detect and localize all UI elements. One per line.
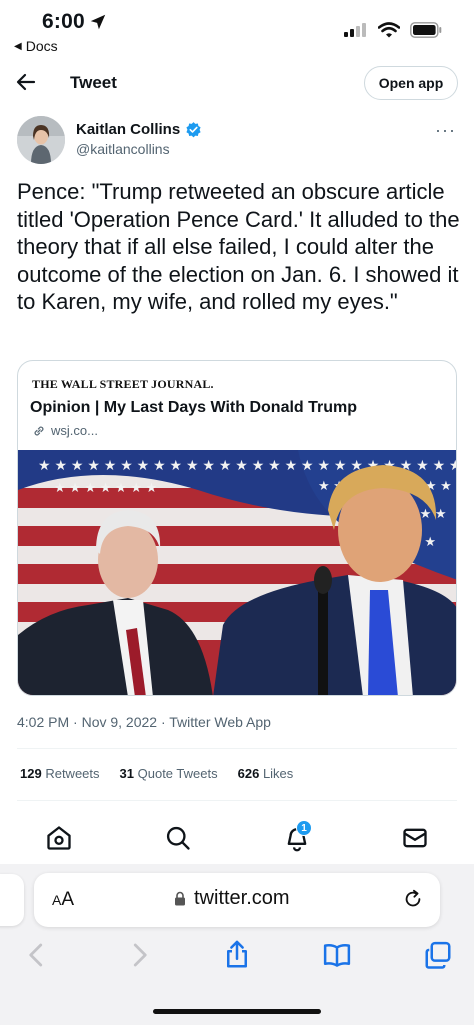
open-app-button[interactable]: Open app: [364, 66, 458, 100]
back-triangle-icon: ◀: [14, 40, 22, 52]
tweet-stats: 129 Retweets 31 Quote Tweets 626 Likes: [20, 766, 293, 781]
back-to-app-link[interactable]: ◀ Docs: [14, 38, 58, 54]
quote-tweets-stat[interactable]: 31 Quote Tweets: [120, 766, 218, 781]
likes-count: 626: [237, 766, 260, 781]
verified-badge-icon: [186, 122, 201, 138]
reader-text-size-button[interactable]: AA: [52, 889, 74, 911]
author-handle[interactable]: @kaitlancollins: [76, 141, 170, 157]
share-icon[interactable]: [222, 940, 252, 970]
divider: [17, 800, 457, 801]
lock-icon: [175, 891, 185, 906]
card-title[interactable]: Opinion | My Last Days With Donald Trump: [30, 399, 357, 417]
reload-icon[interactable]: [402, 888, 424, 910]
status-time: 6:00: [42, 10, 85, 33]
svg-text:★ ★ ★ ★ ★ ★ ★: ★ ★ ★ ★ ★ ★ ★: [54, 480, 157, 495]
tweet-timestamp[interactable]: 4:02 PM · Nov 9, 2022 · Twitter Web App: [17, 714, 271, 730]
card-source: THE WALL STREET JOURNAL.: [32, 377, 214, 391]
card-domain-row: wsj.co...: [32, 423, 98, 438]
card-domain: wsj.co...: [51, 423, 98, 438]
system-icons: [344, 22, 442, 38]
back-app-label: Docs: [25, 38, 58, 54]
back-arrow-icon[interactable]: [14, 70, 38, 94]
quote-tweets-label: Quote Tweets: [137, 766, 218, 781]
author-name-row[interactable]: Kaitlan Collins: [76, 121, 202, 138]
home-icon[interactable]: [45, 824, 73, 852]
tabs-overview-icon[interactable]: [423, 940, 453, 970]
link-icon: [34, 426, 44, 435]
page-title: Tweet: [70, 73, 117, 92]
more-options-icon[interactable]: ···: [435, 120, 456, 141]
address-bar[interactable]: AA twitter.com: [34, 873, 440, 927]
likes-stat[interactable]: 626 Likes: [238, 766, 294, 781]
url-text: twitter.com: [194, 887, 290, 909]
avatar-image: [17, 116, 65, 164]
messages-envelope-icon[interactable]: [401, 824, 429, 852]
quote-tweets-count: 31: [119, 766, 134, 781]
tweet-text: Pence: "Trump retweeted an obscure artic…: [17, 179, 466, 314]
safari-forward-icon[interactable]: [124, 940, 154, 970]
previous-tab-stub[interactable]: [0, 874, 24, 926]
aa-big: A: [61, 889, 75, 910]
author-name[interactable]: Kaitlan Collins: [76, 121, 180, 138]
bottom-tab-bar: [0, 812, 474, 864]
url-display[interactable]: twitter.com: [174, 887, 290, 910]
safari-toolbar: AA twitter.com: [0, 864, 474, 1025]
likes-label: Likes: [262, 766, 294, 781]
status-bar: 6:00 ◀ Docs: [0, 0, 474, 60]
bookmarks-book-icon[interactable]: [322, 940, 352, 970]
safari-back-icon[interactable]: [22, 940, 52, 970]
aa-small: A: [52, 892, 62, 908]
battery-icon: [410, 22, 442, 38]
retweets-stat[interactable]: 129 Retweets: [20, 766, 100, 781]
link-preview-card[interactable]: THE WALL STREET JOURNAL. Opinion | My La…: [17, 360, 457, 696]
home-indicator[interactable]: [153, 1009, 321, 1014]
retweets-label: Retweets: [45, 766, 100, 781]
divider: [17, 748, 457, 749]
cellular-signal-icon: [344, 23, 366, 37]
notifications-badge: 1: [296, 820, 312, 836]
search-icon[interactable]: [164, 824, 192, 852]
tweet-header: Tweet Open app: [0, 62, 474, 106]
avatar[interactable]: [17, 116, 65, 164]
location-arrow-icon: [90, 14, 106, 30]
wifi-icon: [378, 22, 400, 38]
retweets-count: 129: [20, 766, 42, 781]
card-image[interactable]: ★ ★ ★ ★ ★ ★ ★ ★ ★ ★ ★ ★ ★ ★ ★ ★ ★ ★ ★ ★ …: [18, 450, 457, 696]
status-time-group: 6:00: [42, 10, 107, 34]
